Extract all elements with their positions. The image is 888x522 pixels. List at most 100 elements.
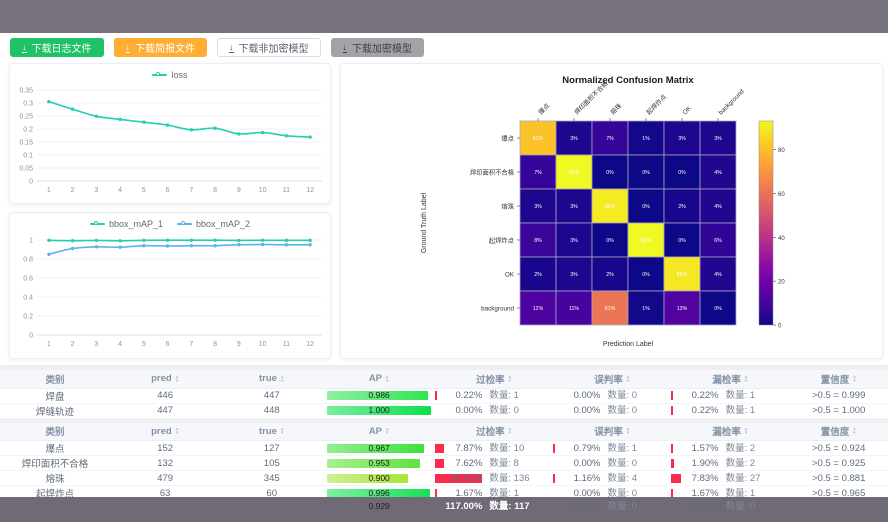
svg-text:8: 8	[213, 341, 217, 348]
legend-label: bbox_mAP_2	[196, 219, 250, 229]
svg-text:Ground Truth Label: Ground Truth Label	[421, 192, 428, 253]
download-icon: ↓	[22, 43, 27, 53]
svg-text:0%: 0%	[642, 204, 650, 210]
sort-icon[interactable]: ▲▼	[508, 375, 512, 383]
svg-text:12: 12	[306, 341, 314, 348]
svg-text:0%: 0%	[642, 170, 650, 176]
legend-marker-icon	[177, 223, 192, 225]
column-header-漏检率[interactable]: 漏检率▲▼	[671, 423, 789, 441]
confidence-cell: >0.5 = 0.881	[789, 471, 888, 486]
column-header-置信度[interactable]: 置信度▲▼	[789, 423, 888, 441]
mis-rate-cell: 1.16%数量: 4	[553, 473, 671, 484]
column-header-pred[interactable]: pred▲▼	[110, 423, 220, 441]
download-plain-model-label: 下载非加密模型	[239, 40, 309, 55]
true-cell: 345	[220, 471, 323, 486]
column-header-漏检率[interactable]: 漏检率▲▼	[671, 370, 789, 388]
svg-text:89%: 89%	[677, 272, 688, 278]
download-log-button[interactable]: ↓ 下载日志文件	[10, 38, 104, 57]
svg-text:40: 40	[778, 236, 785, 242]
ap-cell: 0.900	[323, 471, 435, 486]
sort-icon[interactable]: ▲▼	[626, 427, 630, 435]
svg-text:1: 1	[47, 341, 51, 348]
left-chart-column: loss 00.050.10.150.20.250.30.35123456789…	[9, 63, 331, 359]
column-header-true[interactable]: true▲▼	[220, 423, 323, 441]
download-report-button[interactable]: ↓ 下载简报文件	[114, 38, 208, 57]
legend-label: loss	[171, 70, 187, 80]
svg-text:13%: 13%	[677, 306, 688, 312]
svg-text:7%: 7%	[534, 170, 542, 176]
svg-text:0.3: 0.3	[23, 101, 33, 108]
sort-icon[interactable]: ▲▼	[852, 375, 856, 383]
over-rate-cell: 7.62%数量: 8	[435, 458, 553, 469]
sort-icon[interactable]: ▲▼	[744, 427, 748, 435]
top-bar	[0, 0, 888, 33]
download-log-label: 下载日志文件	[32, 40, 92, 55]
svg-text:0%: 0%	[678, 238, 686, 244]
svg-text:93%: 93%	[641, 238, 652, 244]
miss-rate-cell: 1.90%数量: 2	[671, 458, 789, 469]
metrics-table-1: 类别pred▲▼true▲▼AP▲▼过检率▲▼误判率▲▼漏检率▲▼置信度▲▼焊盘…	[0, 370, 888, 419]
sort-icon[interactable]: ▲▼	[385, 427, 389, 435]
over-rate-cell: 0.00%数量: 0	[435, 405, 553, 416]
column-header-AP[interactable]: AP▲▼	[323, 423, 435, 441]
metrics-table: 类别pred▲▼true▲▼AP▲▼过检率▲▼误判率▲▼漏检率▲▼置信度▲▼焊盘…	[0, 370, 888, 419]
svg-text:0.6: 0.6	[23, 276, 33, 283]
download-encrypted-model-button[interactable]: ↓ 下载加密模型	[331, 38, 425, 57]
legend-item-bbox_mAP_2[interactable]: bbox_mAP_2	[177, 219, 250, 229]
name-cell: 爆点	[0, 441, 110, 456]
svg-text:0.2: 0.2	[23, 127, 33, 134]
sort-icon[interactable]: ▲▼	[280, 375, 284, 383]
svg-text:起焊炸点: 起焊炸点	[644, 92, 668, 116]
svg-text:0: 0	[29, 179, 33, 186]
sort-icon[interactable]: ▲▼	[744, 375, 748, 383]
svg-text:0.8: 0.8	[23, 257, 33, 264]
sort-icon[interactable]: ▲▼	[280, 427, 284, 435]
column-header-pred[interactable]: pred▲▼	[110, 370, 220, 388]
svg-text:6: 6	[166, 187, 170, 194]
column-header-true[interactable]: true▲▼	[220, 370, 323, 388]
column-header-误判率[interactable]: 误判率▲▼	[553, 370, 671, 388]
svg-text:0.2: 0.2	[23, 314, 33, 321]
name-cell: 焊缝轨迹	[0, 403, 110, 418]
svg-text:11: 11	[283, 341, 290, 348]
column-header-AP[interactable]: AP▲▼	[323, 370, 435, 388]
legend-item-loss[interactable]: loss	[152, 70, 187, 80]
sort-icon[interactable]: ▲▼	[385, 375, 389, 383]
svg-text:0: 0	[778, 324, 782, 330]
table-row: 熔珠4793450.90039.42%数量: 1361.16%数量: 47.83…	[0, 471, 888, 486]
svg-text:3%: 3%	[570, 136, 578, 142]
column-header-过检率[interactable]: 过检率▲▼	[435, 370, 553, 388]
charts-row: loss 00.050.10.150.20.250.30.35123456789…	[0, 61, 888, 359]
sort-icon[interactable]: ▲▼	[626, 375, 630, 383]
column-header-误判率[interactable]: 误判率▲▼	[553, 423, 671, 441]
download-plain-model-button[interactable]: ↓ 下载非加密模型	[217, 38, 321, 57]
pred-cell: 152	[110, 441, 220, 456]
sort-icon[interactable]: ▲▼	[175, 427, 179, 435]
svg-text:Prediction Label: Prediction Label	[603, 341, 654, 348]
loss-line-chart: 00.050.10.150.20.250.30.3512345678910111…	[10, 83, 330, 200]
pred-cell: 479	[110, 471, 220, 486]
svg-text:10: 10	[259, 341, 267, 348]
sort-icon[interactable]: ▲▼	[175, 375, 179, 383]
ap-cell: 0.967	[323, 441, 435, 456]
mis-rate-cell: 0.00%数量: 0	[553, 501, 671, 512]
confidence-cell: >0.5 = 0.925	[789, 456, 888, 471]
svg-text:61%: 61%	[605, 306, 616, 312]
true-cell: 105	[220, 456, 323, 471]
svg-text:6: 6	[166, 341, 170, 348]
column-header-置信度[interactable]: 置信度▲▼	[789, 370, 888, 388]
svg-text:7: 7	[189, 187, 193, 194]
column-header-过检率[interactable]: 过检率▲▼	[435, 423, 553, 441]
miss-rate-cell: 0.00%数量: 0	[671, 501, 789, 512]
over-rate-cell: 7.87%数量: 10	[435, 443, 553, 454]
download-encrypted-model-label: 下载加密模型	[352, 40, 412, 55]
legend-item-bbox_mAP_1[interactable]: bbox_mAP_1	[90, 219, 163, 229]
map-chart-card: bbox_mAP_1bbox_mAP_2 00.20.40.60.8112345…	[9, 212, 331, 359]
sort-icon[interactable]: ▲▼	[508, 427, 512, 435]
sort-icon[interactable]: ▲▼	[852, 427, 856, 435]
svg-text:4%: 4%	[714, 272, 722, 278]
miss-rate-cell: 1.57%数量: 2	[671, 443, 789, 454]
svg-text:7%: 7%	[606, 136, 614, 142]
svg-text:3%: 3%	[570, 204, 578, 210]
svg-text:2%: 2%	[678, 204, 686, 210]
